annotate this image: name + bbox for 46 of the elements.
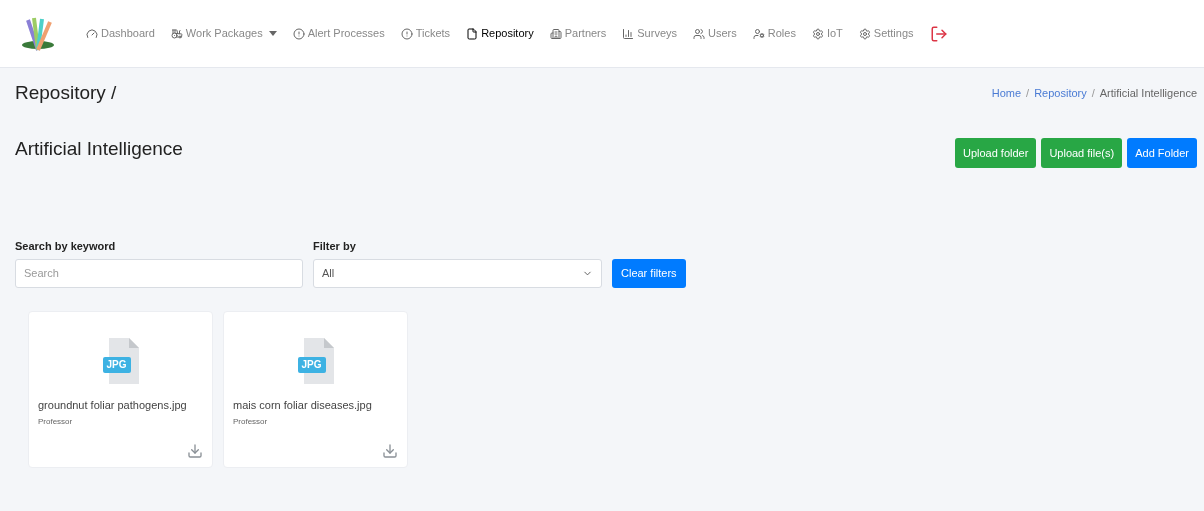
settings-icon <box>858 27 871 40</box>
user-gear-icon <box>752 27 765 40</box>
alert-icon <box>292 27 305 40</box>
file-owner: Professor <box>38 416 74 428</box>
gear-icon <box>811 27 824 40</box>
nav-link[interactable]: Tickets <box>400 25 451 42</box>
page-title: Repository / <box>15 80 117 105</box>
users-icon <box>693 27 706 40</box>
file-name: groundnut foliar pathogens.jpg <box>38 397 188 413</box>
dashboard-icon <box>86 27 98 40</box>
nav-link[interactable]: Partners <box>549 25 607 42</box>
nav-link[interactable]: Roles <box>752 25 796 42</box>
alert-icon <box>400 27 413 40</box>
nav-link[interactable]: Work Packages <box>170 25 277 42</box>
nav-link[interactable]: Alert Processes <box>292 25 385 42</box>
nav-link[interactable]: IoT <box>811 25 843 42</box>
breadcrumb-link[interactable]: Repository <box>1034 84 1087 102</box>
file-name: mais corn foliar diseases.jpg <box>233 397 373 413</box>
breadcrumb-separator: / <box>1091 85 1095 101</box>
nav-link[interactable]: Surveys <box>622 25 678 42</box>
nav-link[interactable]: Users <box>693 25 737 42</box>
action-button[interactable]: Add Folder <box>1127 138 1197 168</box>
download-icon[interactable] <box>382 442 398 459</box>
download-icon[interactable] <box>187 442 203 459</box>
search-field[interactable]: Search <box>15 258 303 288</box>
nav-link[interactable]: Dashboard <box>86 25 155 42</box>
breadcrumb-separator: / <box>1026 85 1030 101</box>
building-icon <box>549 27 562 40</box>
breadcrumb-link[interactable]: Home <box>991 84 1022 102</box>
file-card[interactable]: JPG groundnut foliar pathogens.jpg Professor <box>28 310 213 468</box>
file-card[interactable]: JPG mais corn foliar diseases.jpg Professor <box>223 310 408 468</box>
file-icon <box>466 27 479 40</box>
action-button[interactable]: Upload file(s) <box>1041 138 1123 168</box>
nav-link[interactable]: Settings <box>858 25 914 42</box>
search-label: Search by keyword <box>15 239 117 254</box>
folder-title: Artificial Intelligence <box>15 136 183 161</box>
breadcrumb-text: Artificial Intelligence <box>1099 85 1197 101</box>
file-owner: Professor <box>233 416 269 428</box>
clear-filters-button[interactable]: Clear filters <box>612 258 686 288</box>
logout-icon[interactable] <box>929 24 948 43</box>
chart-icon <box>622 27 635 40</box>
tractor-icon <box>170 27 183 40</box>
filter-select[interactable]: All <box>313 258 602 288</box>
filter-label: Filter by <box>313 239 357 254</box>
action-button[interactable]: Upload folder <box>954 138 1037 168</box>
nav-link[interactable]: Repository <box>466 25 534 42</box>
